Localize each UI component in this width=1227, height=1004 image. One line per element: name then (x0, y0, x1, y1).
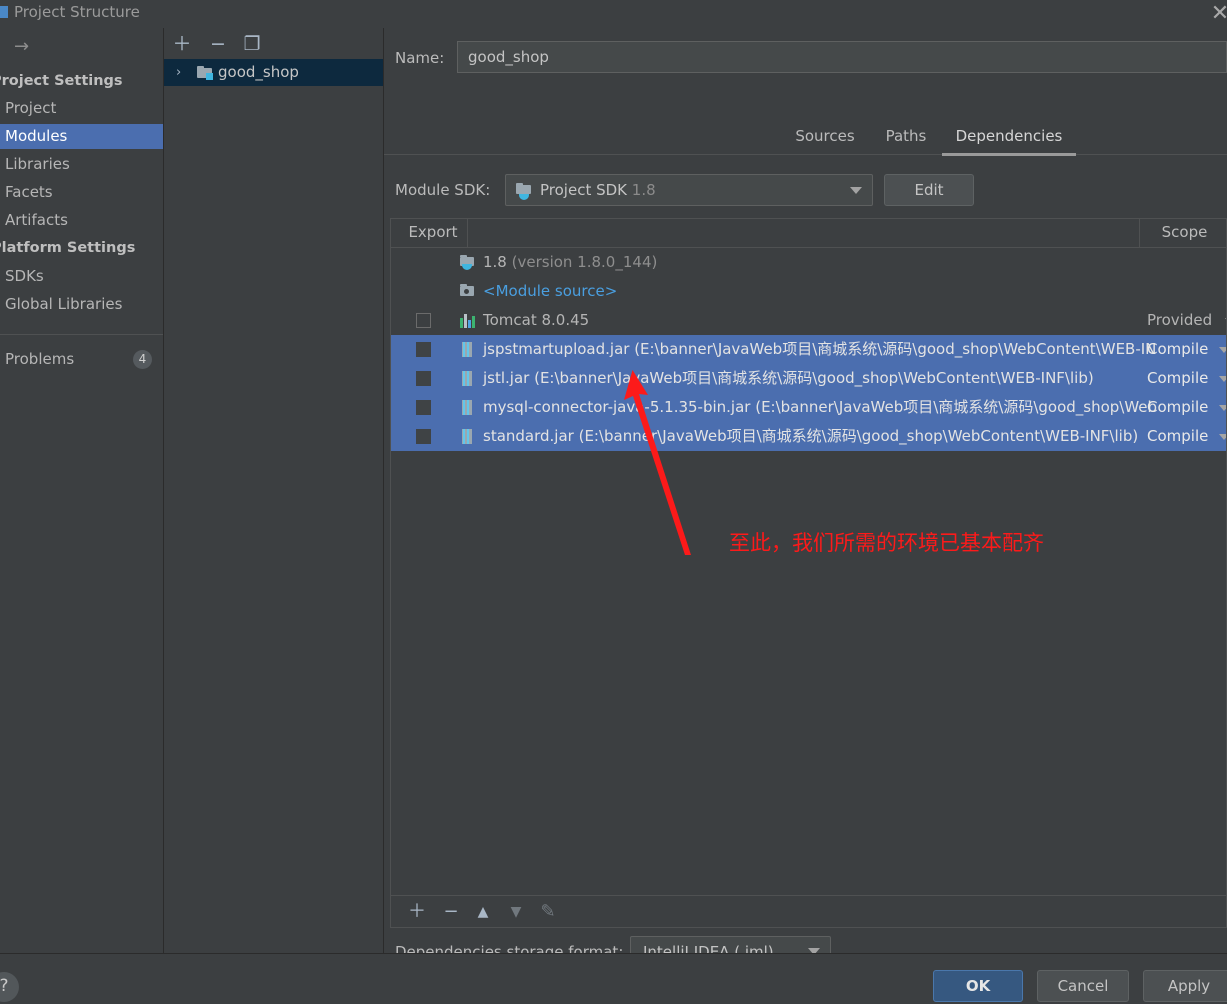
module-sdk-row: Module SDK: Project SDK 1.8 Edit (384, 174, 1227, 208)
jdk-icon (516, 183, 531, 200)
module-folder-icon (197, 66, 213, 80)
dependency-name: mysql-connector-java-5.1.35-bin.jar (E:\… (483, 398, 1158, 416)
annotation-text: 至此，我们所需的环境已基本配齐 (729, 531, 1044, 555)
export-checkbox[interactable] (416, 429, 431, 444)
move-down-icon[interactable]: ▼ (504, 900, 528, 924)
scope-dropdown-icon[interactable] (1219, 347, 1226, 353)
sidebar-problems-label: Problems (5, 350, 75, 368)
help-icon[interactable]: ? (0, 972, 19, 1002)
add-dependency-icon[interactable]: ＋ (405, 900, 429, 924)
module-tree-item-good-shop[interactable]: › good_shop (164, 59, 383, 86)
window-titlebar: Project Structure ✕ (0, 0, 1227, 28)
dependency-name: standard.jar (E:\banner\JavaWeb项目\商城系统\源… (483, 427, 1139, 445)
dependency-name: 1.8 (version 1.8.0_144) (483, 253, 658, 271)
library-bars-icon (460, 313, 475, 328)
tab-paths[interactable]: Paths (876, 122, 936, 153)
export-checkbox[interactable] (416, 313, 431, 328)
dependencies-list-toolbar: ＋ − ▲ ▼ ✎ (390, 896, 1227, 928)
dependency-name: Tomcat 8.0.45 (483, 311, 590, 329)
module-name-input[interactable] (457, 41, 1227, 73)
sidebar-item-libraries[interactable]: Libraries (0, 152, 163, 177)
ok-button[interactable]: OK (933, 970, 1023, 1002)
forward-arrow-icon[interactable]: → (14, 36, 36, 58)
dialog-footer: ? OK Cancel Apply (0, 953, 1227, 1004)
module-editor: Name: Sources Paths Dependencies Module … (384, 28, 1227, 966)
table-row[interactable]: <Module source> (391, 277, 1226, 306)
editor-tabs: Sources Paths Dependencies (384, 122, 1227, 156)
remove-dependency-icon[interactable]: − (439, 900, 463, 924)
tab-sources[interactable]: Sources (784, 122, 866, 153)
module-list-panel: ＋ − ❐ › good_shop (164, 28, 384, 953)
jar-icon (460, 400, 474, 415)
scope-value[interactable]: Compile (1147, 393, 1208, 422)
module-sdk-value: Project SDK (540, 181, 627, 199)
module-name-row: Name: (384, 41, 1227, 77)
table-row[interactable]: jstl.jar (E:\banner\JavaWeb项目\商城系统\源码\go… (391, 364, 1226, 393)
scope-value[interactable]: Provided (1147, 306, 1212, 335)
sidebar-item-project[interactable]: Project (0, 96, 163, 121)
move-up-icon[interactable]: ▲ (471, 900, 495, 924)
scope-value[interactable]: Compile (1147, 335, 1208, 364)
module-name-label: Name: (395, 49, 445, 67)
chevron-right-icon[interactable]: › (176, 59, 181, 86)
apply-button[interactable]: Apply (1143, 970, 1227, 1002)
sidebar-item-global-libraries[interactable]: Global Libraries (0, 292, 163, 317)
jar-icon (460, 371, 474, 386)
sidebar-group-heading: Platform Settings (0, 240, 136, 256)
problems-count-badge: 4 (133, 350, 152, 369)
module-sdk-label: Module SDK: (395, 181, 491, 199)
module-sdk-version: 1.8 (631, 181, 656, 199)
dependency-name: <Module source> (483, 282, 618, 300)
copy-module-icon[interactable]: ❐ (240, 32, 264, 56)
dependency-name: jstl.jar (E:\banner\JavaWeb项目\商城系统\源码\go… (483, 369, 1094, 387)
sidebar-divider (0, 334, 163, 335)
table-row[interactable]: standard.jar (E:\banner\JavaWeb项目\商城系统\源… (391, 422, 1226, 451)
sidebar-item-problems[interactable]: Problems 4 (0, 346, 163, 372)
dependencies-table: Export Scope 1.8 (version 1.8.0_144) <Mod… (390, 218, 1227, 896)
jar-icon (460, 429, 474, 444)
app-icon (0, 6, 8, 18)
table-row[interactable]: 1.8 (version 1.8.0_144) (391, 248, 1226, 277)
dependency-name: jspstmartupload.jar (E:\banner\JavaWeb项目… (483, 340, 1157, 358)
module-tree-label: good_shop (218, 63, 299, 81)
jar-icon (460, 342, 474, 357)
close-icon[interactable]: ✕ (1207, 2, 1227, 28)
sidebar-item-artifacts[interactable]: Artifacts (0, 208, 163, 233)
remove-module-icon[interactable]: − (206, 32, 230, 56)
cancel-button[interactable]: Cancel (1037, 970, 1129, 1002)
settings-sidebar: → Project Settings Platform Settings Proj… (0, 28, 164, 953)
module-list-toolbar: ＋ − ❐ (164, 28, 383, 60)
edit-sdk-button[interactable]: Edit (884, 174, 974, 206)
module-sdk-dropdown[interactable]: Project SDK 1.8 (505, 174, 873, 206)
table-row[interactable]: jspstmartupload.jar (E:\banner\JavaWeb项目… (391, 335, 1226, 364)
jdk-icon (460, 255, 474, 270)
scope-value[interactable]: Compile (1147, 364, 1208, 393)
column-header-scope[interactable]: Scope (1141, 219, 1226, 247)
module-source-icon (460, 284, 474, 299)
scope-dropdown-icon[interactable] (1219, 434, 1226, 440)
dependencies-table-header: Export Scope (391, 219, 1226, 248)
edit-dependency-icon[interactable]: ✎ (536, 900, 560, 924)
scope-dropdown-icon[interactable] (1219, 376, 1226, 382)
export-checkbox[interactable] (416, 342, 431, 357)
scope-value[interactable]: Compile (1147, 422, 1208, 451)
table-row[interactable]: Tomcat 8.0.45 Provided (391, 306, 1226, 335)
sidebar-group-heading: Project Settings (0, 73, 123, 89)
export-checkbox[interactable] (416, 371, 431, 386)
chevron-down-icon (850, 187, 862, 194)
table-row[interactable]: mysql-connector-java-5.1.35-bin.jar (E:\… (391, 393, 1226, 422)
sidebar-item-sdks[interactable]: SDKs (0, 264, 163, 289)
sidebar-item-facets[interactable]: Facets (0, 180, 163, 205)
scope-dropdown-icon[interactable] (1219, 405, 1226, 411)
window-title: Project Structure (14, 3, 140, 21)
export-checkbox[interactable] (416, 400, 431, 415)
add-module-icon[interactable]: ＋ (170, 32, 194, 56)
column-header-export[interactable]: Export (399, 219, 467, 247)
sidebar-item-modules[interactable]: Modules (0, 124, 163, 149)
tab-dependencies[interactable]: Dependencies (942, 122, 1076, 156)
